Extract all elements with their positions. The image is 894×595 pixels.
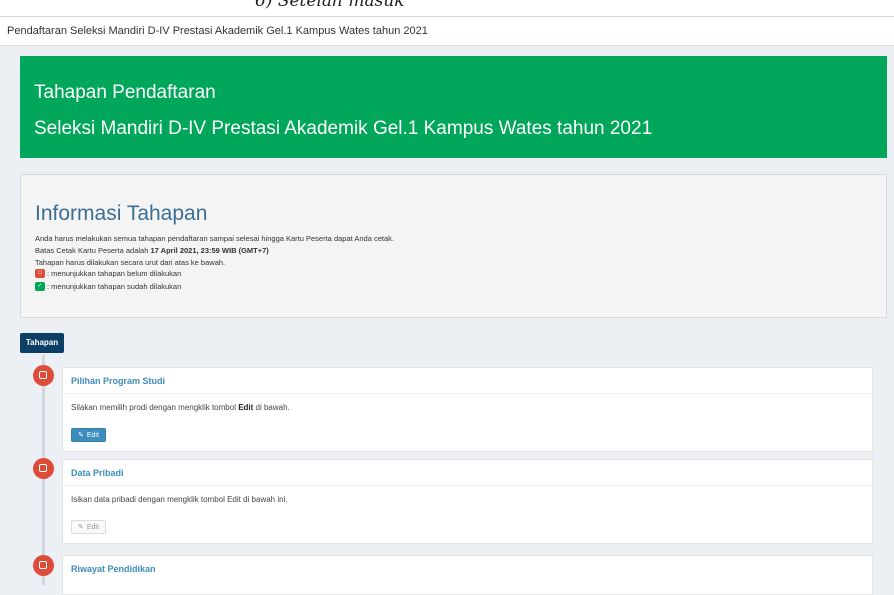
- step-card-data-pribadi: Data Pribadi Isikan data pribadi dengan …: [62, 459, 873, 544]
- legend-not-done: □: menunjukkan tahapan belum dilakukan: [35, 268, 182, 279]
- info-line-3: Tahapan harus dilakukan secara urut dari…: [35, 258, 226, 267]
- cropped-heading-text: 6) Setelah masuk: [255, 0, 405, 11]
- legend-done: ✓: menunjukkan tahapan sudah dilakukan: [35, 281, 182, 292]
- info-box: Informasi Tahapan Anda harus melakukan s…: [20, 174, 887, 318]
- step-card-program-studi: Pilihan Program Studi Silakan memilih pr…: [62, 367, 873, 452]
- pencil-icon: ✎: [78, 524, 84, 531]
- info-title: Informasi Tahapan: [35, 202, 208, 225]
- hero-title: Tahapan Pendaftaran: [34, 82, 216, 103]
- pencil-icon: ✎: [78, 432, 84, 439]
- page-title: Pendaftaran Seleksi Mandiri D-IV Prestas…: [0, 17, 894, 46]
- cropped-document-heading: 6) Setelah masuk: [0, 0, 894, 17]
- timeline-badge: Tahapan: [20, 333, 64, 353]
- step-title: Data Pribadi: [71, 468, 124, 478]
- step-status-icon: [33, 458, 54, 479]
- hero-banner: Tahapan Pendaftaran Seleksi Mandiri D-IV…: [20, 56, 887, 158]
- step-card-riwayat-pendidikan: Riwayat Pendidikan: [62, 555, 873, 595]
- legend-not-done-text: : menunjukkan tahapan belum dilakukan: [47, 269, 182, 278]
- deadline-label: Batas Cetak Kartu Peserta adalah: [35, 246, 151, 255]
- edit-data-pribadi-button[interactable]: ✎ Edit: [71, 520, 106, 534]
- step-title: Pilihan Program Studi: [71, 376, 166, 386]
- edit-button-label: Edit: [86, 432, 99, 439]
- edit-button-label: Edit: [86, 524, 99, 531]
- hero-subtitle: Seleksi Mandiri D-IV Prestasi Akademik G…: [34, 118, 653, 139]
- divider: [63, 485, 872, 486]
- deadline-value: 17 April 2021, 23:59 WIB (GMT+7): [150, 246, 269, 255]
- divider: [63, 393, 872, 394]
- edit-program-studi-button[interactable]: ✎ Edit: [71, 428, 106, 442]
- step-status-icon: [33, 365, 54, 386]
- legend-done-text: : menunjukkan tahapan sudah dilakukan: [47, 282, 182, 291]
- step-description: Isikan data pribadi dengan mengklik tomb…: [71, 495, 288, 504]
- info-line-2: Batas Cetak Kartu Peserta adalah 17 Apri…: [35, 246, 269, 255]
- step-title: Riwayat Pendidikan: [71, 564, 156, 574]
- info-line-1: Anda harus melakukan semua tahapan penda…: [35, 234, 394, 243]
- not-done-icon: □: [35, 268, 45, 278]
- step-status-icon: [33, 555, 54, 576]
- done-icon: ✓: [35, 281, 45, 291]
- step-description: Silakan memilih prodi dengan mengklik to…: [71, 403, 290, 412]
